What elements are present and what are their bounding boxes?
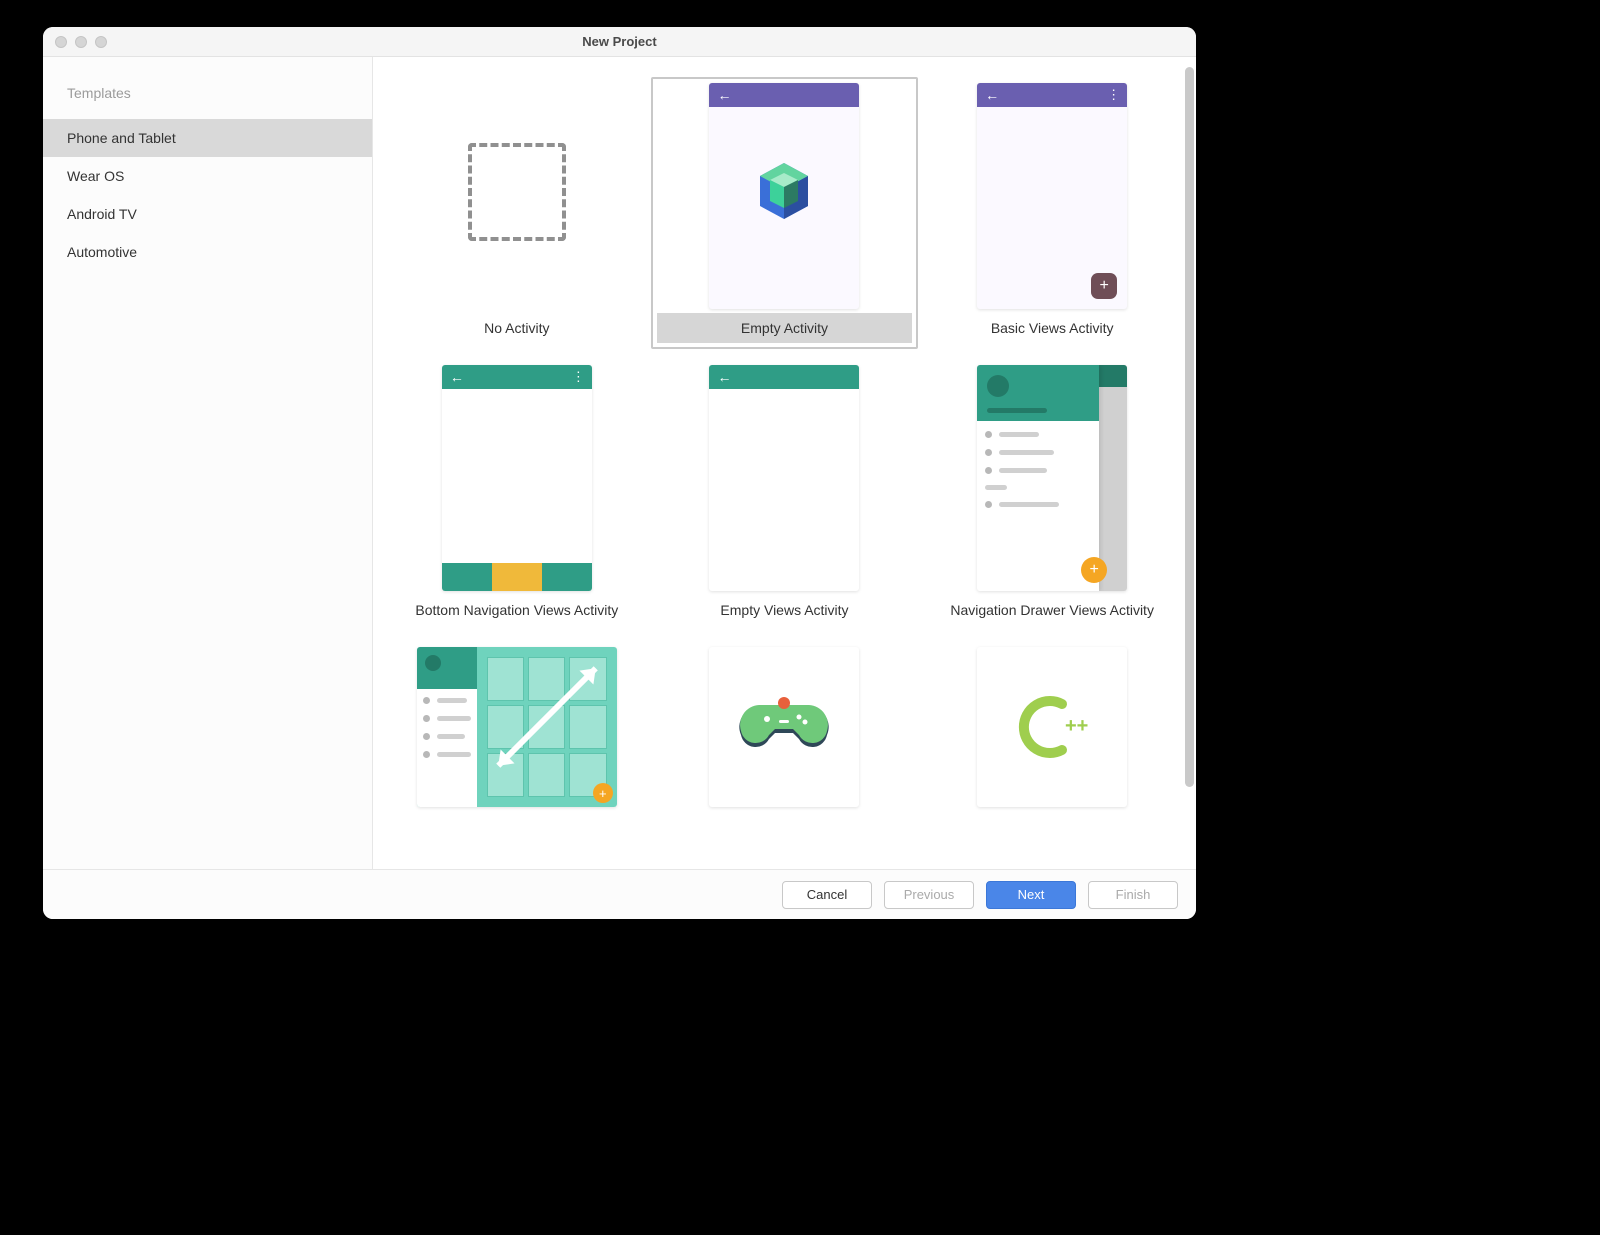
back-arrow-icon: ← bbox=[717, 88, 731, 102]
sidebar-item-android-tv[interactable]: Android TV bbox=[43, 195, 372, 233]
template-label: No Activity bbox=[484, 320, 549, 336]
titlebar: New Project bbox=[43, 27, 1196, 57]
back-arrow-icon: ← bbox=[450, 370, 464, 384]
template-game-activity[interactable] bbox=[651, 641, 919, 847]
template-thumbnail: ++ bbox=[977, 647, 1127, 807]
template-empty-views-activity[interactable]: ← Empty Views Activity bbox=[651, 359, 919, 631]
template-label: Navigation Drawer Views Activity bbox=[950, 602, 1154, 618]
avatar-icon bbox=[425, 655, 441, 671]
finish-button[interactable]: Finish bbox=[1088, 881, 1178, 909]
template-bottom-navigation-views-activity[interactable]: ← ⋮ Bottom Navigation Views Activity bbox=[383, 359, 651, 631]
avatar-icon bbox=[987, 375, 1009, 397]
back-arrow-icon: ← bbox=[985, 88, 999, 102]
sidebar-item-automotive[interactable]: Automotive bbox=[43, 233, 372, 271]
dialog-body: Templates Phone and Tablet Wear OS Andro… bbox=[43, 57, 1196, 869]
template-basic-views-activity[interactable]: ← ⋮ + Basic Views Activity bbox=[918, 77, 1186, 349]
vertical-scrollbar[interactable] bbox=[1185, 67, 1194, 787]
grid-icon bbox=[487, 657, 607, 797]
template-thumbnail: ← bbox=[709, 83, 859, 309]
sidebar-item-label: Automotive bbox=[67, 244, 137, 260]
overflow-menu-icon: ⋮ bbox=[1107, 87, 1119, 103]
next-button[interactable]: Next bbox=[986, 881, 1076, 909]
template-label: Empty Views Activity bbox=[720, 602, 848, 618]
sidebar-item-wear-os[interactable]: Wear OS bbox=[43, 157, 372, 195]
template-thumbnail bbox=[442, 83, 592, 309]
fab-add-icon: + bbox=[593, 783, 613, 803]
app-bar-icon: ← ⋮ bbox=[977, 83, 1127, 107]
template-responsive-views-activity[interactable]: + bbox=[383, 641, 651, 847]
app-bar-icon: ← ⋮ bbox=[442, 365, 592, 389]
templates-panel: No Activity ← bbox=[373, 57, 1196, 869]
fab-add-icon: + bbox=[1081, 557, 1107, 583]
drawer-panel-icon: + bbox=[977, 365, 1099, 591]
template-thumbnail bbox=[709, 647, 859, 807]
templates-grid: No Activity ← bbox=[383, 77, 1186, 847]
jetpack-compose-icon bbox=[756, 161, 812, 221]
template-thumbnail: ← ⋮ + bbox=[977, 83, 1127, 309]
sidebar-header: Templates bbox=[43, 85, 372, 119]
sidebar-item-label: Wear OS bbox=[67, 168, 124, 184]
template-thumbnail: ← bbox=[709, 365, 859, 591]
zoom-window-icon[interactable] bbox=[95, 36, 107, 48]
fab-add-icon: + bbox=[1091, 273, 1117, 299]
empty-dashed-box-icon bbox=[468, 143, 566, 241]
template-no-activity[interactable]: No Activity bbox=[383, 77, 651, 349]
templates-sidebar: Templates Phone and Tablet Wear OS Andro… bbox=[43, 57, 373, 869]
template-thumbnail: ← ⋮ bbox=[442, 365, 592, 591]
bottom-nav-icon bbox=[442, 563, 592, 591]
template-label: Empty Activity bbox=[741, 320, 828, 336]
cpp-icon: ++ bbox=[1007, 692, 1097, 762]
minimize-window-icon[interactable] bbox=[75, 36, 87, 48]
dialog-footer: Cancel Previous Next Finish bbox=[43, 869, 1196, 919]
window-controls bbox=[55, 36, 107, 48]
template-label: Bottom Navigation Views Activity bbox=[415, 602, 618, 618]
app-bar-icon: ← bbox=[709, 365, 859, 389]
app-bar-icon: ← bbox=[709, 83, 859, 107]
template-label: Basic Views Activity bbox=[991, 320, 1114, 336]
sidebar-item-label: Android TV bbox=[67, 206, 137, 222]
window-title: New Project bbox=[43, 34, 1196, 49]
back-arrow-icon: ← bbox=[717, 370, 731, 384]
drawer-background-icon bbox=[1099, 365, 1127, 591]
sidebar-item-phone-and-tablet[interactable]: Phone and Tablet bbox=[43, 119, 372, 157]
close-window-icon[interactable] bbox=[55, 36, 67, 48]
overflow-menu-icon: ⋮ bbox=[572, 369, 584, 385]
template-navigation-drawer-views-activity[interactable]: + Navigation Drawer Views Activity bbox=[918, 359, 1186, 631]
cancel-button[interactable]: Cancel bbox=[782, 881, 872, 909]
template-empty-activity[interactable]: ← Empty Activity bbox=[651, 77, 919, 349]
new-project-window: New Project Templates Phone and Tablet W… bbox=[43, 27, 1196, 919]
previous-button[interactable]: Previous bbox=[884, 881, 974, 909]
sidebar-item-label: Phone and Tablet bbox=[67, 130, 176, 146]
template-thumbnail: + bbox=[417, 647, 617, 807]
template-thumbnail: + bbox=[977, 365, 1127, 591]
svg-text:++: ++ bbox=[1065, 715, 1088, 737]
template-native-cpp[interactable]: ++ bbox=[918, 641, 1186, 847]
gamepad-icon bbox=[739, 697, 829, 757]
